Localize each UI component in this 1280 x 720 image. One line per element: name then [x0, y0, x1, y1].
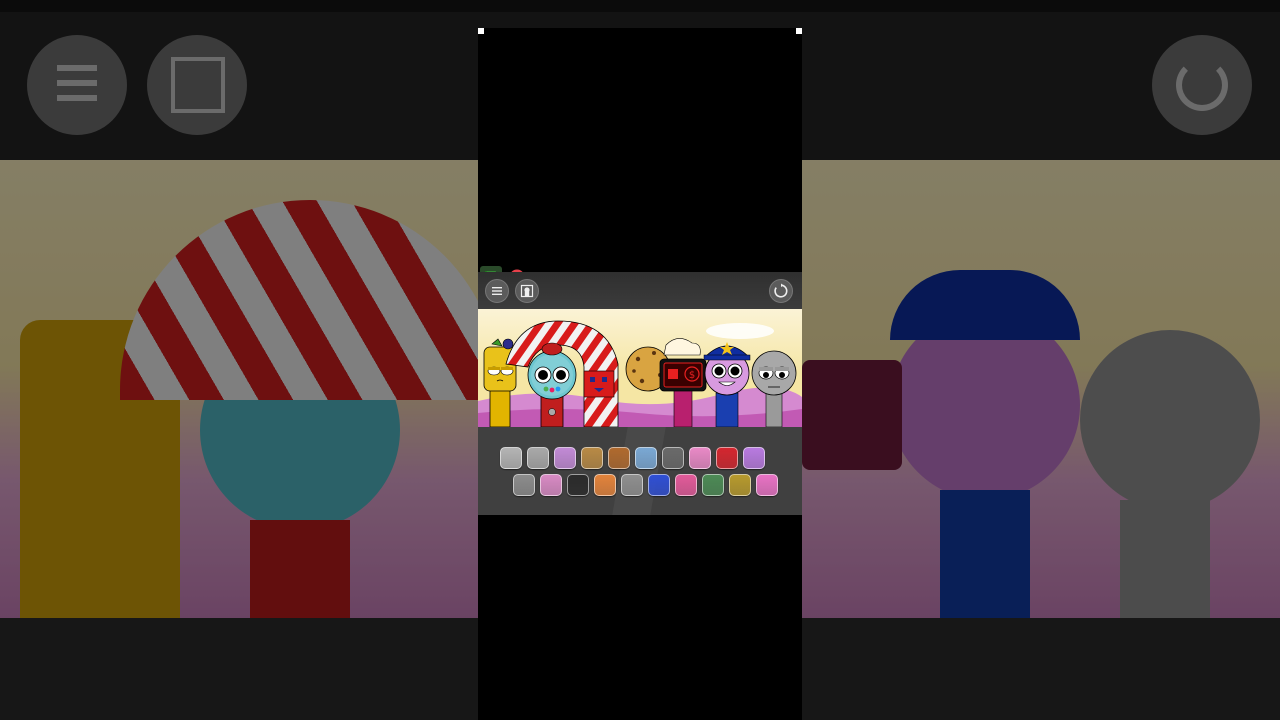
svg-text:$: $	[689, 370, 695, 381]
green-eyes-sound-icon[interactable]	[702, 474, 724, 496]
blue-block-sound-icon[interactable]	[635, 447, 657, 469]
profile-icon[interactable]	[515, 279, 539, 303]
game-header	[478, 272, 802, 309]
menu-icon[interactable]	[485, 279, 509, 303]
character-stage: $	[478, 309, 802, 427]
red-swirl-sound-icon[interactable]	[716, 447, 738, 469]
purple-blob-sound-icon[interactable]	[554, 447, 576, 469]
cookie-sound-icon[interactable]	[513, 474, 535, 496]
coffee-cup-sound-icon[interactable]	[594, 474, 616, 496]
blue-screen-sound-icon[interactable]	[648, 474, 670, 496]
tv-screen-sound-icon[interactable]	[662, 447, 684, 469]
violet-blob-sound-icon[interactable]	[743, 447, 765, 469]
video-frame: $	[478, 28, 802, 720]
chocolate-bar-sound-icon[interactable]	[608, 447, 630, 469]
reset-icon[interactable]	[769, 279, 793, 303]
gray-cat-sound-icon[interactable]	[621, 474, 643, 496]
gift-box-sound-icon[interactable]	[527, 447, 549, 469]
dark-face-sound-icon[interactable]	[567, 474, 589, 496]
paper-bag-sound-icon[interactable]	[581, 447, 603, 469]
cake-sound-icon[interactable]	[756, 474, 778, 496]
pink-ball-sound-icon[interactable]	[689, 447, 711, 469]
gray-cube-sound-icon[interactable]	[500, 447, 522, 469]
gold-coin-sound-icon[interactable]	[729, 474, 751, 496]
pink-banner-sound-icon[interactable]	[675, 474, 697, 496]
sound-icon-tray	[478, 427, 802, 515]
game-window: $	[478, 272, 802, 515]
screen: $	[0, 0, 1280, 720]
cupcake-sound-icon[interactable]	[540, 474, 562, 496]
